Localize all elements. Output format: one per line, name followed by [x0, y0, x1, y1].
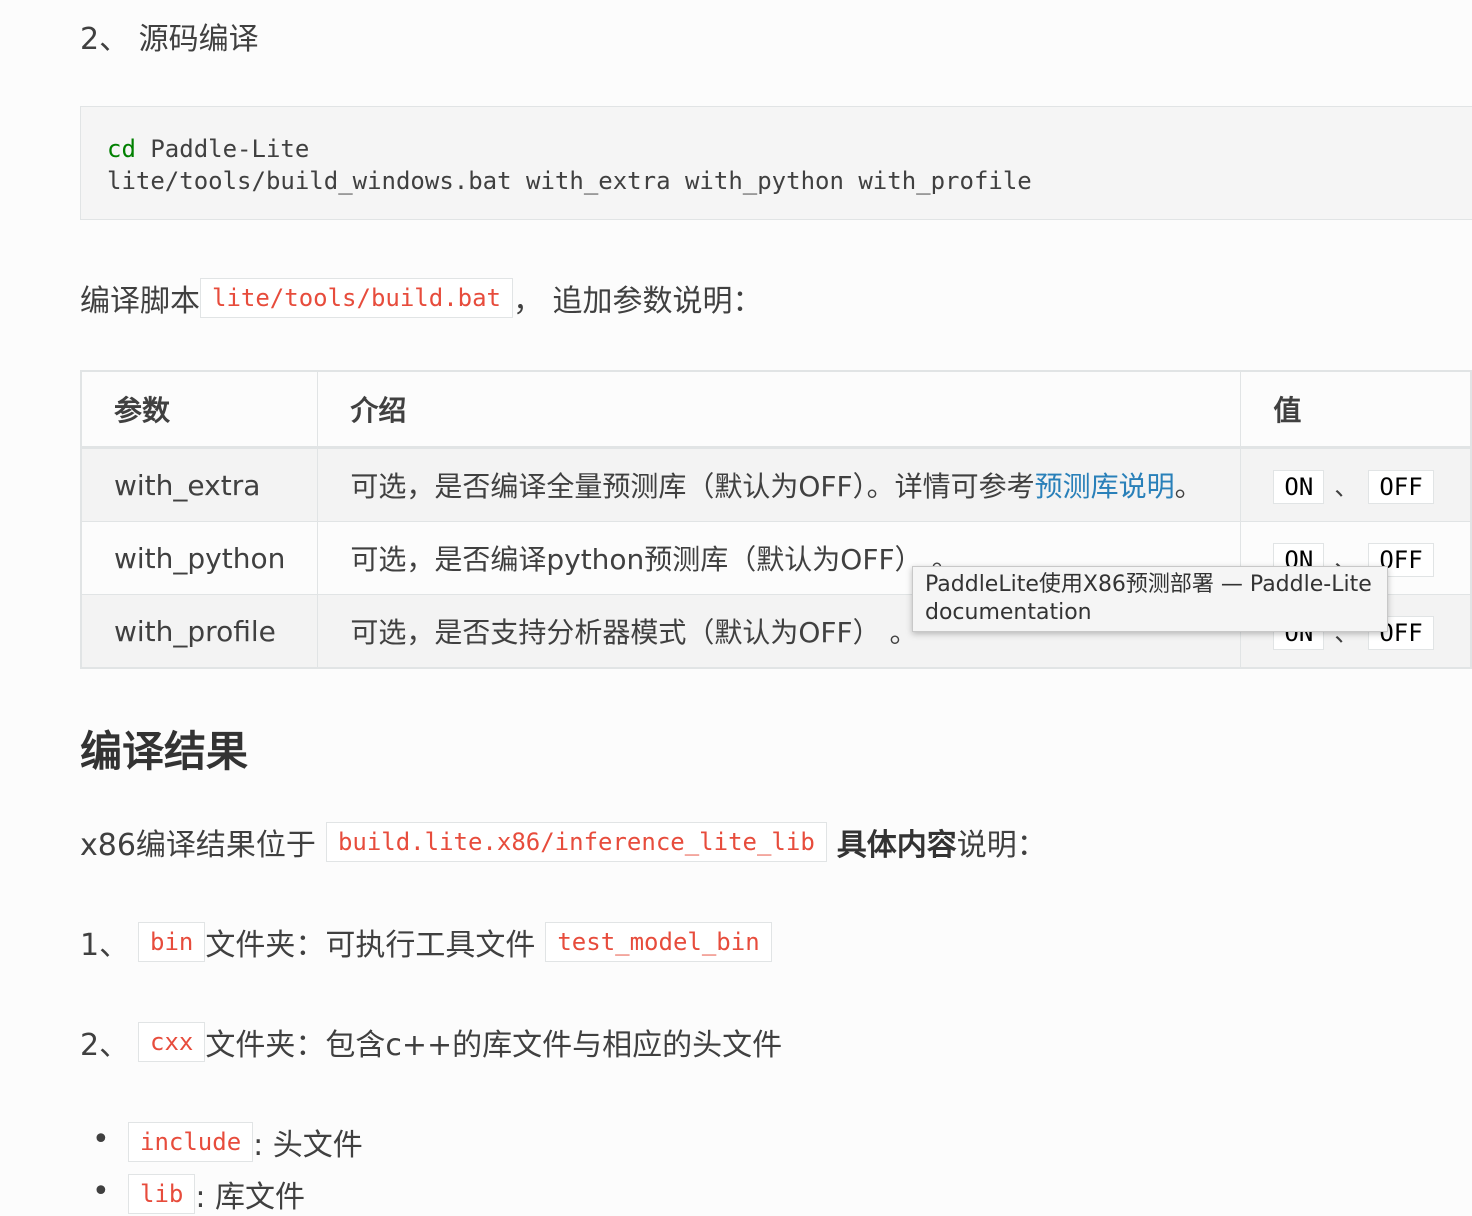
code-line2: lite/tools/build_windows.bat with_extra … — [107, 167, 1032, 195]
list-item: lib : 库文件 — [128, 1172, 305, 1216]
tooltip-line2: documentation — [925, 600, 1092, 625]
tooltip-line1: PaddleLite使用X86预测部署 — Paddle-Lite — [925, 572, 1372, 597]
code-line1-arg: Paddle-Lite — [135, 135, 310, 163]
param-name: with_python — [80, 521, 319, 595]
prediction-lib-link[interactable]: 预测库说明 — [1035, 470, 1175, 503]
list-item: include : 头文件 — [128, 1120, 363, 1164]
test-model-bin-literal: test_model_bin — [545, 922, 772, 962]
results-intro: x86编译结果位于 build.lite.x86/inference_lite_… — [80, 820, 1047, 864]
script-path-literal: lite/tools/build.bat — [200, 278, 513, 318]
table-row: with_extra 可选，是否编译全量预测库（默认为OFF）。详情可参考预测库… — [80, 447, 1472, 522]
section-heading: 2、 源码编译 — [80, 22, 259, 57]
results-path-literal: build.lite.x86/inference_lite_lib — [325, 822, 827, 862]
value-off: OFF — [1368, 469, 1434, 504]
results-item-2: 2、 cxx 文件夹：包含c++的库文件与相应的头文件 — [80, 1020, 782, 1064]
param-name: with_extra — [80, 447, 319, 522]
lib-literal: lib — [128, 1174, 196, 1214]
param-values: ON、 OFF — [1240, 447, 1472, 522]
results-heading: 编译结果 — [80, 727, 249, 776]
bullet-dot: • — [92, 1174, 110, 1209]
list-item-text: : 库文件 — [195, 1180, 306, 1215]
bin-literal: bin — [138, 922, 206, 962]
script-suffix: ， 追加参数说明： — [512, 284, 763, 319]
link-tooltip: PaddleLite使用X86预测部署 — Paddle-Lite docume… — [912, 566, 1388, 632]
cxx-literal: cxx — [138, 1022, 206, 1062]
table-header-desc: 介绍 — [317, 370, 1242, 449]
item-text: 文件夹：可执行工具文件 — [205, 928, 536, 963]
results-intro-bold: 具体内容 — [836, 828, 957, 863]
code-keyword: cd — [107, 135, 136, 163]
script-paragraph: 编译脚本 lite/tools/build.bat ， 追加参数说明： — [80, 276, 763, 320]
script-prefix: 编译脚本 — [80, 284, 200, 319]
results-item-1: 1、 bin 文件夹：可执行工具文件 test_model_bin — [80, 920, 772, 964]
table-header-param: 参数 — [80, 370, 319, 449]
table-header-value: 值 — [1240, 370, 1472, 449]
value-on: ON — [1273, 469, 1325, 504]
param-name: with_profile — [80, 594, 319, 669]
item-number: 1、 — [80, 928, 130, 963]
code-block: cd Paddle-Lite lite/tools/build_windows.… — [80, 106, 1472, 220]
item-text: 文件夹：包含c++的库文件与相应的头文件 — [205, 1028, 783, 1063]
results-intro-suffix: 说明： — [956, 828, 1047, 863]
list-item-text: : 头文件 — [253, 1128, 363, 1163]
results-intro-prefix: x86编译结果位于 — [80, 828, 316, 863]
include-literal: include — [128, 1122, 254, 1162]
item-number: 2、 — [80, 1028, 130, 1063]
param-desc: 可选，是否编译全量预测库（默认为OFF）。详情可参考预测库说明。 — [317, 447, 1242, 522]
bullet-dot: • — [92, 1122, 110, 1157]
